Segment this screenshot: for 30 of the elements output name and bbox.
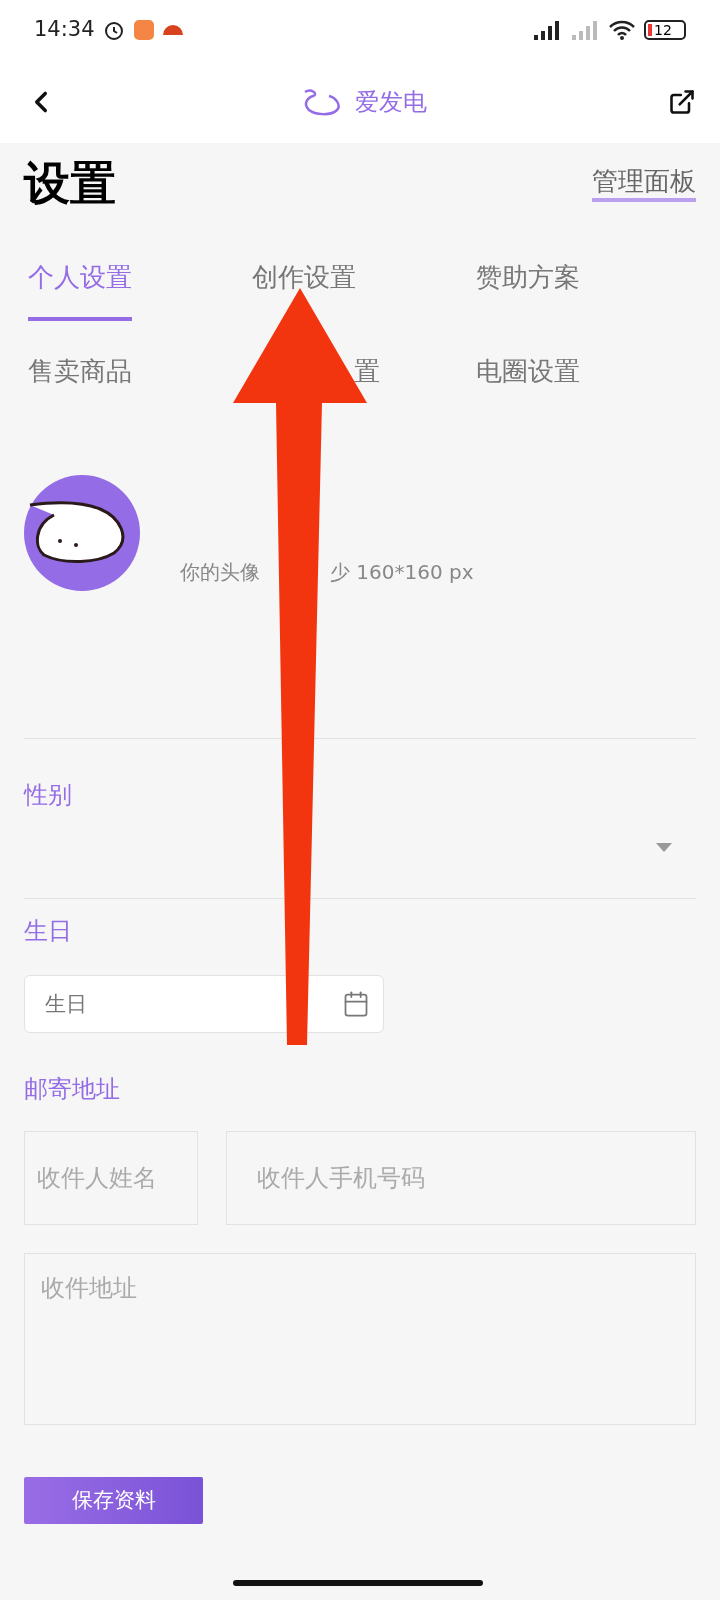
admin-panel-link[interactable]: 管理面板 (592, 165, 696, 202)
section-label: 邮寄地址 (24, 1074, 121, 1105)
section-label: 生日 (24, 916, 73, 947)
dropdown-icon[interactable] (656, 843, 672, 853)
signal-icon (532, 19, 562, 41)
status-time: 14:34 (34, 16, 95, 44)
page-title: 设置 (24, 155, 116, 212)
name-field[interactable]: 收件人姓名 (24, 1131, 198, 1225)
tab[interactable]: 售卖商品 (28, 352, 132, 391)
avatar-hint: 你的头像 (180, 559, 260, 586)
avatar-hint: 少 160*160 px (330, 559, 474, 586)
calendar-icon (342, 990, 370, 1018)
tab[interactable]: 赞助方案 (476, 258, 580, 297)
app-title: 爱发电 (355, 86, 427, 118)
phone-field[interactable]: 收件人手机号码 (226, 1131, 696, 1225)
tab[interactable]: 电圈设置 (476, 352, 580, 391)
tab[interactable]: 创作设置 (252, 258, 356, 297)
section-label: 性别 (24, 780, 73, 811)
alarm-icon (102, 19, 125, 41)
tab[interactable]: 个人设置 (28, 258, 132, 321)
app-icon (162, 25, 183, 35)
save-button[interactable]: 保存资料 (24, 1477, 203, 1524)
share-icon[interactable] (668, 87, 696, 116)
app-icon (132, 19, 155, 41)
birthday-field[interactable]: 生日 (24, 975, 384, 1033)
address-field[interactable]: 收件地址 (24, 1253, 696, 1425)
tab[interactable]: 置 (354, 352, 380, 391)
signal-icon (570, 19, 600, 41)
wifi-icon (608, 19, 636, 41)
battery-icon: 12 (644, 20, 686, 40)
